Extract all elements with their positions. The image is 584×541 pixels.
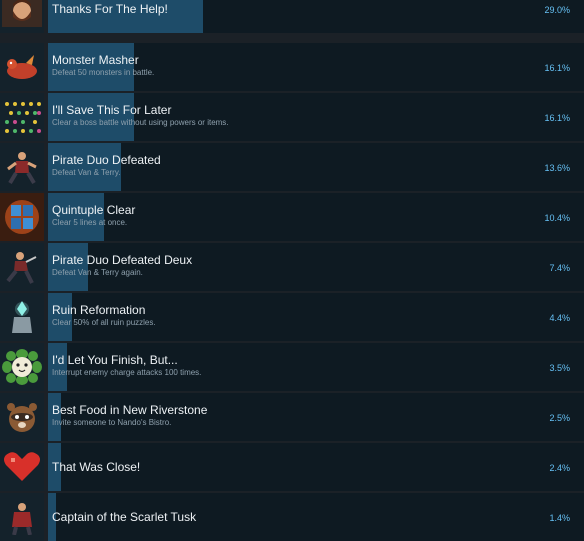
- achievement-row[interactable]: Monster Masher Defeat 50 monsters in bat…: [0, 43, 584, 91]
- progress-fill: [48, 143, 121, 191]
- unlock-percent: 1.4%: [549, 513, 570, 523]
- progress-fill: [48, 243, 88, 291]
- raccoon-chef-icon: [0, 393, 44, 441]
- progress-fill: [48, 193, 104, 241]
- pirate-runner-icon: [0, 243, 44, 291]
- achievement-description: Defeat Van & Terry again.: [52, 268, 143, 277]
- achievement-description: Clear 5 lines at once.: [52, 218, 128, 227]
- achievement-title: Captain of the Scarlet Tusk: [52, 510, 197, 524]
- achievement-description: Clear a boss battle without using powers…: [52, 118, 229, 127]
- unlock-percent: 13.6%: [544, 163, 570, 173]
- achievement-title: I'd Let You Finish, But...: [52, 353, 178, 367]
- gems-grid-icon: [0, 93, 44, 141]
- achievement-row[interactable]: I'll Save This For Later Clear a boss ba…: [0, 93, 584, 141]
- achievement-title: Ruin Reformation: [52, 303, 146, 317]
- achievement-title: I'll Save This For Later: [52, 103, 172, 117]
- unlock-percent: 16.1%: [544, 63, 570, 73]
- achievement-title: That Was Close!: [52, 460, 141, 474]
- achievement-title: Thanks For The Help!: [52, 2, 168, 16]
- unlock-percent: 4.4%: [549, 313, 570, 323]
- achievement-description: Defeat Van & Terry.: [52, 168, 121, 177]
- achievement-row[interactable]: That Was Close! 2.4%: [0, 443, 584, 491]
- achievement-title: Pirate Duo Defeated: [52, 153, 161, 167]
- achievement-title: Pirate Duo Defeated Deux: [52, 253, 193, 267]
- flower-creature-icon: [0, 343, 44, 391]
- unlock-percent: 29.0%: [544, 5, 570, 15]
- ruin-crystal-icon: [0, 293, 44, 341]
- progress-fill: [48, 343, 67, 391]
- achievement-title: Quintuple Clear: [52, 203, 136, 217]
- unlock-percent: 16.1%: [544, 113, 570, 123]
- achievement-row[interactable]: Ruin Reformation Clear 50% of all ruin p…: [0, 293, 584, 341]
- progress-fill: [48, 393, 61, 441]
- achievement-row[interactable]: Pirate Duo Defeated Defeat Van & Terry. …: [0, 143, 584, 191]
- unlock-percent: 7.4%: [549, 263, 570, 273]
- achievement-list: Thanks For The Help! 29.0% Monster Mashe…: [0, 0, 584, 541]
- achievement-description: Clear 50% of all ruin puzzles.: [52, 318, 156, 327]
- progress-fill: [48, 43, 134, 91]
- achievement-description: Invite someone to Nando's Bistro.: [52, 418, 172, 427]
- pirate-fighter-icon: [0, 143, 44, 191]
- unlock-percent: 10.4%: [544, 213, 570, 223]
- unlock-percent: 2.5%: [549, 413, 570, 423]
- achievement-row[interactable]: Quintuple Clear Clear 5 lines at once. 1…: [0, 193, 584, 241]
- achievement-description: Defeat 50 monsters in battle.: [52, 68, 155, 77]
- achievement-row[interactable]: Pirate Duo Defeated Deux Defeat Van & Te…: [0, 243, 584, 291]
- achievement-row[interactable]: Thanks For The Help! 29.0%: [0, 0, 584, 33]
- achievement-row[interactable]: Best Food in New Riverstone Invite someo…: [0, 393, 584, 441]
- pirate-captain-icon: [0, 493, 44, 541]
- achievement-title: Monster Masher: [52, 53, 139, 67]
- progress-fill: [48, 293, 72, 341]
- unlock-percent: 3.5%: [549, 363, 570, 373]
- progress-fill: [48, 93, 134, 141]
- unlock-percent: 2.4%: [549, 463, 570, 473]
- red-dragon-icon: [0, 43, 44, 91]
- achievement-row[interactable]: I'd Let You Finish, But... Interrupt ene…: [0, 343, 584, 391]
- achievement-title: Best Food in New Riverstone: [52, 403, 208, 417]
- achievement-description: Interrupt enemy charge attacks 100 times…: [52, 368, 202, 377]
- fiery-block-icon: [0, 193, 44, 241]
- bearded-man-icon: [0, 0, 44, 33]
- red-heart-icon: [0, 443, 44, 491]
- achievement-row[interactable]: Captain of the Scarlet Tusk 1.4%: [0, 493, 584, 541]
